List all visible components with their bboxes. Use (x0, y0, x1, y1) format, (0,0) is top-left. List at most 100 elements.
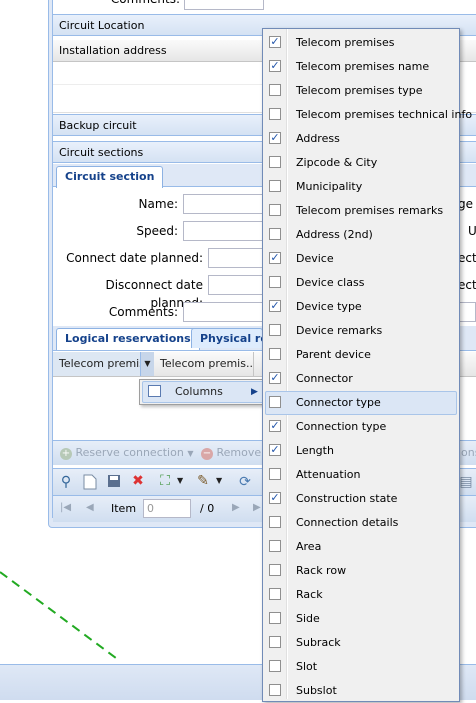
checkbox-unchecked-icon[interactable] (269, 684, 281, 696)
chevron-down-icon: ▼ (187, 449, 194, 458)
column-menu-item[interactable]: Municipality (263, 175, 457, 199)
column-menu-item-label: Side (296, 612, 320, 625)
column-menu-item[interactable]: Telecom premises type (263, 79, 457, 103)
column-menu-item[interactable]: ✓ Device type (263, 295, 457, 319)
comments-input[interactable] (183, 302, 263, 322)
column-menu-item[interactable]: Telecom premises remarks (263, 199, 457, 223)
column-menu-item[interactable]: Subslot (263, 679, 457, 703)
column-menu-item[interactable]: Zipcode & City (263, 151, 457, 175)
reserve-connection-button[interactable]: + Reserve connection ▼ (60, 445, 194, 461)
column-menu-item[interactable]: Rack row (263, 559, 457, 583)
column-menu-item[interactable]: ✓ Connection type (263, 415, 457, 439)
column-dropdown-trigger[interactable]: ▼ (140, 352, 154, 376)
checkbox-checked-icon[interactable]: ✓ (269, 492, 281, 504)
speed-input[interactable] (183, 221, 263, 241)
column-menu-item[interactable]: Telecom premises technical info (263, 103, 472, 127)
column-menu-item-label: Device type (296, 300, 362, 313)
tab-logical-reservations[interactable]: Logical reservations (56, 328, 200, 350)
tab-physical-reservations[interactable]: Physical res (191, 328, 263, 348)
checkbox-unchecked-icon[interactable] (269, 636, 281, 648)
column-menu-item[interactable]: Connection details (263, 511, 457, 535)
disconnect-date-planned-input[interactable] (208, 275, 263, 295)
checkbox-unchecked-icon[interactable] (269, 540, 281, 552)
magic-wand-icon[interactable]: ✎ (195, 473, 211, 489)
checkbox-unchecked-icon[interactable] (269, 108, 281, 120)
column-menu-item[interactable]: ✓ Length (263, 439, 457, 463)
chevron-down-icon: ▼ (144, 359, 151, 368)
comments-label: Comments: (108, 305, 178, 319)
connect-date-planned-input[interactable] (208, 248, 263, 268)
checkbox-unchecked-icon[interactable] (269, 348, 281, 360)
checkbox-checked-icon[interactable]: ✓ (269, 300, 281, 312)
checkbox-checked-icon[interactable]: ✓ (269, 444, 281, 456)
checkbox-checked-icon[interactable]: ✓ (269, 36, 281, 48)
previous-page-icon[interactable]: ◀ (86, 502, 94, 513)
checkbox-unchecked-icon[interactable] (269, 564, 281, 576)
tab-circuit-section[interactable]: Circuit section (56, 166, 164, 188)
export-icon[interactable]: ▤ (458, 474, 474, 490)
column-menu-item-label: Telecom premises name (296, 60, 430, 73)
column-menu-item[interactable]: Slot (263, 655, 457, 679)
column-menu-item[interactable]: ✓ Telecom premises name (263, 55, 457, 79)
right-cut-field[interactable] (458, 302, 476, 322)
checkbox-checked-icon[interactable]: ✓ (269, 420, 281, 432)
column-menu-item[interactable]: Address (2nd) (263, 223, 457, 247)
checkbox-unchecked-icon[interactable] (269, 396, 281, 408)
checkbox-unchecked-icon[interactable] (269, 588, 281, 600)
column-menu-item[interactable]: ✓ Device (263, 247, 457, 271)
checkbox-unchecked-icon[interactable] (269, 84, 281, 96)
column-menu-item[interactable]: ✓ Construction state (263, 487, 457, 511)
column-menu-item[interactable]: Device class (263, 271, 457, 295)
column-menu-item-label: Connection details (296, 516, 399, 529)
column-menu-item-label: Address (296, 132, 340, 145)
checkbox-checked-icon[interactable]: ✓ (269, 252, 281, 264)
installation-address-label: Installation address (59, 44, 167, 57)
reserve-connection-label: Reserve connection (75, 446, 184, 459)
column-menu-item-label: Area (296, 540, 322, 553)
checkbox-unchecked-icon[interactable] (269, 612, 281, 624)
search-icon[interactable]: ⚲ (58, 474, 74, 490)
save-icon[interactable] (106, 474, 122, 490)
checkbox-unchecked-icon[interactable] (269, 180, 281, 192)
item-number-input[interactable]: 0 (143, 499, 191, 518)
column-telecom-premise[interactable]: Telecom premise (53, 352, 153, 376)
next-page-icon[interactable]: ▶ (232, 502, 240, 513)
connections-button-cut[interactable]: ions (458, 445, 476, 461)
checkbox-unchecked-icon[interactable] (269, 276, 281, 288)
comments-top-field[interactable] (184, 0, 264, 10)
column-menu-item[interactable]: Connector type (263, 391, 457, 415)
checkbox-unchecked-icon[interactable] (269, 228, 281, 240)
delete-icon[interactable]: ✖ (130, 473, 146, 489)
column-menu-item[interactable]: Attenuation (263, 463, 457, 487)
right-cut-label-4: ect (458, 278, 476, 292)
column-menu-item[interactable]: Area (263, 535, 457, 559)
checkbox-checked-icon[interactable]: ✓ (269, 372, 281, 384)
checkbox-checked-icon[interactable]: ✓ (269, 132, 281, 144)
columns-menu-item[interactable]: Columns ▶ (142, 381, 268, 403)
column-menu-item[interactable]: Device remarks (263, 319, 457, 343)
column-menu-item[interactable]: Parent device (263, 343, 457, 367)
chevron-down-icon[interactable]: ▼ (216, 476, 222, 485)
column-menu-item[interactable]: ✓ Connector (263, 367, 457, 391)
checkbox-unchecked-icon[interactable] (269, 324, 281, 336)
remove-button[interactable]: − Remove (201, 445, 271, 461)
checkbox-checked-icon[interactable]: ✓ (269, 60, 281, 72)
checkbox-unchecked-icon[interactable] (269, 204, 281, 216)
chevron-down-icon[interactable]: ▼ (177, 476, 183, 485)
checkbox-unchecked-icon[interactable] (269, 468, 281, 480)
checkbox-unchecked-icon[interactable] (269, 660, 281, 672)
checkbox-unchecked-icon[interactable] (269, 516, 281, 528)
column-menu-item[interactable]: ✓ Telecom premises (263, 31, 457, 55)
column-menu-item[interactable]: Subrack (263, 631, 457, 655)
column-menu-item-label: Zipcode & City (296, 156, 378, 169)
refresh-icon[interactable]: ⟳ (237, 474, 253, 490)
column-telecom-premises-name[interactable]: Telecom premis... (154, 352, 254, 376)
column-menu-item[interactable]: ✓ Address (263, 127, 457, 151)
column-menu-item[interactable]: Rack (263, 583, 457, 607)
checkbox-unchecked-icon[interactable] (269, 156, 281, 168)
new-document-icon[interactable] (82, 474, 98, 490)
column-menu-item[interactable]: Side (263, 607, 457, 631)
first-page-icon[interactable]: |◀ (60, 502, 71, 513)
name-input[interactable] (183, 194, 263, 214)
expand-icon[interactable]: ⛶ (157, 473, 173, 489)
